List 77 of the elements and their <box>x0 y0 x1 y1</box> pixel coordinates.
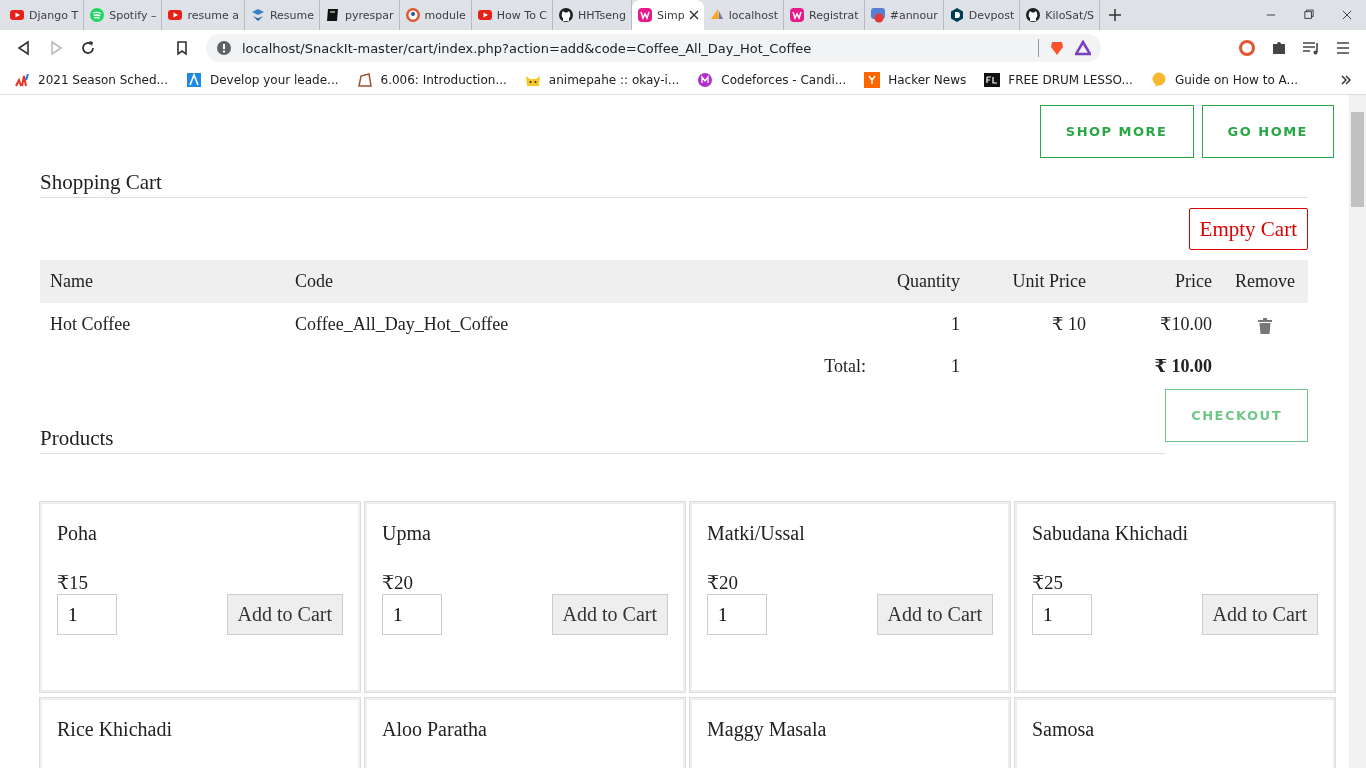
product-name: Rice Khichadi <box>57 718 173 741</box>
bookmark-item[interactable]: Hacker News <box>864 72 967 88</box>
quantity-field[interactable]: 1 <box>382 594 442 635</box>
bookmark-icon[interactable] <box>174 40 190 56</box>
browser-tab[interactable]: Simp <box>631 0 704 30</box>
address-bar[interactable]: localhost/SnackIt-master/cart/index.php?action=add&code=Coffee_All_Day_Hot_Coffee <box>206 34 1101 62</box>
quantity-field[interactable]: 1 <box>1032 594 1092 635</box>
scrollbar[interactable] <box>1349 95 1366 768</box>
product-name: Aloo Paratha <box>382 718 488 741</box>
empty-cart-button[interactable]: Empty Cart <box>1188 208 1308 250</box>
bookmark-item[interactable]: 6.006: Introduction... <box>356 72 507 88</box>
quantity-field[interactable]: 1 <box>57 594 117 635</box>
bookmark-item[interactable]: Develop your leade... <box>186 72 339 88</box>
total-quantity: 1 <box>950 355 961 377</box>
close-icon[interactable] <box>688 10 699 20</box>
bookmark-item[interactable]: animepahe :: okay-i... <box>524 72 680 88</box>
favicon-icon <box>869 7 886 23</box>
bookmark-icon <box>356 72 373 88</box>
product-name: Matki/Ussal <box>707 522 806 545</box>
add-to-cart-button[interactable]: Add to Cart <box>226 594 343 635</box>
favicon-icon <box>404 7 421 23</box>
favicon-icon <box>636 7 653 23</box>
favicon-icon <box>558 7 575 23</box>
trash-icon[interactable] <box>1258 317 1272 334</box>
column-header: Remove <box>1234 270 1296 293</box>
table-cell-text: 1 <box>950 313 961 336</box>
product-name: Poha <box>57 522 98 545</box>
favicon-icon <box>476 7 493 23</box>
bookmark-item[interactable]: FREE DRUM LESSO... <box>984 72 1133 88</box>
add-to-cart-button[interactable]: Add to Cart <box>1201 594 1318 635</box>
column-header: Code <box>294 270 334 293</box>
bookmark-icon <box>1150 72 1167 88</box>
favicon-icon <box>948 7 965 23</box>
chevron-icon[interactable] <box>1340 74 1352 86</box>
bookmark-icon <box>14 72 30 88</box>
bookmark-icon <box>186 72 202 88</box>
favicon-icon <box>325 7 341 23</box>
bookmark-icon <box>984 72 1001 88</box>
bookmark-icon <box>697 72 714 88</box>
product-price: ₹20 <box>707 571 740 594</box>
product-name: Maggy Masala <box>707 718 828 741</box>
column-header: Price <box>1174 270 1213 293</box>
new-tab-icon[interactable] <box>1108 8 1123 22</box>
add-to-cart-button[interactable]: Add to Cart <box>876 594 993 635</box>
product-name: Samosa <box>1032 718 1096 741</box>
reload-icon[interactable] <box>80 40 96 56</box>
back-icon[interactable] <box>16 40 32 56</box>
bookmark-icon <box>864 72 881 88</box>
column-header: Quantity <box>896 270 961 293</box>
table-cell-text: Hot Coffee <box>49 313 132 336</box>
info-icon <box>216 40 232 56</box>
table-cell-text: ₹ 10 <box>1051 313 1087 336</box>
section-heading: Shopping Cart <box>40 170 1308 198</box>
bookmark-item[interactable]: Codeforces - Candi... <box>697 72 847 88</box>
section-heading: Products <box>40 426 1166 454</box>
product-price: ₹15 <box>57 571 90 594</box>
favicon-icon <box>789 7 806 23</box>
product-price: ₹20 <box>382 571 415 594</box>
url-text: localhost/SnackIt-master/cart/index.php?action=add&code=Coffee_All_Day_Hot_Coffee <box>242 40 812 56</box>
favicon-icon <box>1025 7 1042 23</box>
favicon-icon <box>89 7 106 23</box>
total-price: ₹ 10.00 <box>1153 355 1213 377</box>
add-to-cart-button[interactable]: Add to Cart <box>551 594 668 635</box>
triangle-icon[interactable] <box>1075 40 1091 56</box>
total-label: Total: <box>823 355 867 377</box>
favicon-icon <box>9 7 25 23</box>
favicon-icon <box>167 7 184 23</box>
column-header: Name <box>49 270 94 293</box>
table-cell-text: ₹10.00 <box>1159 313 1213 336</box>
table-cell-text: Coffee_All_Day_Hot_Coffee <box>294 313 510 336</box>
quantity-field[interactable]: 1 <box>707 594 767 635</box>
product-name: Upma <box>382 522 432 545</box>
product-price: ₹25 <box>1032 571 1065 594</box>
bookmark-item[interactable]: 2021 Season Sched... <box>14 72 168 88</box>
column-header: Unit Price <box>1011 270 1087 293</box>
product-name: Sabudana Khichadi <box>1032 522 1190 545</box>
bookmark-item[interactable]: Guide on How to A... <box>1150 72 1299 88</box>
